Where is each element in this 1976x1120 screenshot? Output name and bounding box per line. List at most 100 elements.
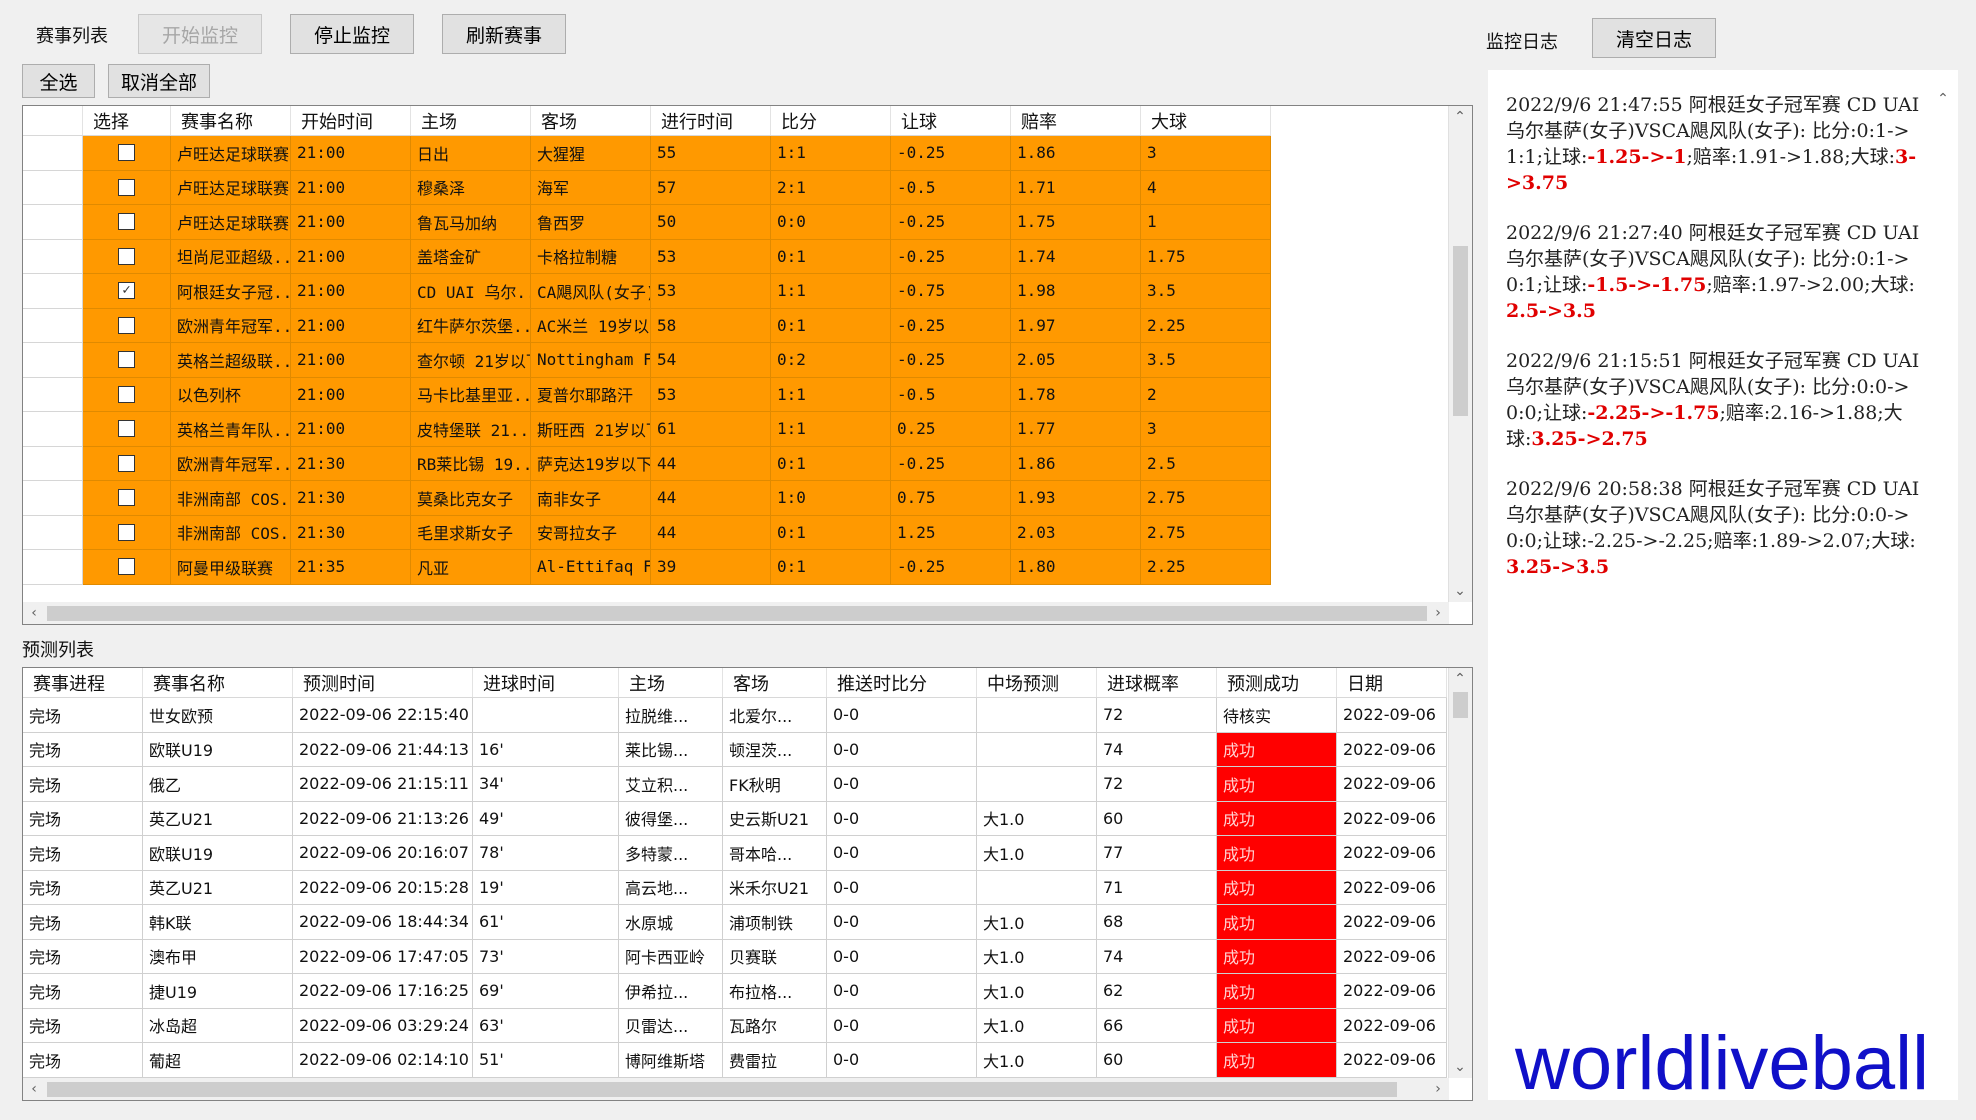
prediction-horizontal-scrollbar[interactable]: ‹ ›: [23, 1078, 1449, 1100]
select-cell[interactable]: ✓: [83, 274, 171, 309]
row-header[interactable]: [23, 550, 83, 585]
column-header[interactable]: 客场: [531, 106, 651, 135]
row-header[interactable]: [23, 481, 83, 516]
row-header[interactable]: [23, 274, 83, 309]
select-cell[interactable]: [83, 308, 171, 343]
table-row[interactable]: 完场 俄乙 2022-09-06 21:15:11 34' 艾立积... FK秋明 0-0 7…: [23, 767, 1447, 802]
table-row[interactable]: 完场 冰岛超 2022-09-06 03:29:24 63' 贝雷达... 瓦路尔 0-0 大…: [23, 1008, 1447, 1043]
table-row[interactable]: 完场 欧联U19 2022-09-06 20:16:07 78' 多特蒙... 哥本哈..…: [23, 836, 1447, 871]
scroll-left-icon[interactable]: ‹: [23, 1078, 45, 1100]
select-cell[interactable]: [83, 446, 171, 481]
table-row[interactable]: 完场 葡超 2022-09-06 02:14:10 51' 博阿维斯塔 费雷拉 0-0 大1.…: [23, 1043, 1447, 1078]
table-row[interactable]: 欧洲青年冠军... 21:30 RB莱比锡 19... 萨克达19岁以下 44 0:1 -0…: [23, 446, 1271, 481]
scroll-up-icon[interactable]: ⌃: [1449, 668, 1471, 690]
column-header[interactable]: 赛事名称: [143, 668, 293, 697]
select-cell[interactable]: [83, 343, 171, 378]
row-header[interactable]: [23, 205, 83, 240]
row-header[interactable]: [23, 377, 83, 412]
select-checkbox[interactable]: [118, 316, 135, 334]
select-checkbox[interactable]: ✓: [118, 282, 135, 300]
select-checkbox[interactable]: [118, 420, 135, 438]
table-row[interactable]: 卢旺达足球联赛 21:00 日出 大猩猩 55 1:1 -0.25 1.86 3: [23, 136, 1271, 171]
start-monitor-button[interactable]: 开始监控: [138, 14, 262, 54]
table-row[interactable]: 完场 捷U19 2022-09-06 17:16:25 69' 伊希拉... 布拉格...…: [23, 974, 1447, 1009]
column-header[interactable]: 推送时比分: [827, 668, 977, 697]
table-row[interactable]: 坦尚尼亚超级... 21:00 盖塔金矿 卡格拉制糖 53 0:1 -0.25 1.74 1.7…: [23, 239, 1271, 274]
column-header[interactable]: 比分: [771, 106, 891, 135]
row-header[interactable]: [23, 136, 83, 171]
select-checkbox[interactable]: [118, 144, 135, 162]
table-row[interactable]: 卢旺达足球联赛 21:00 穆桑泽 海军 57 2:1 -0.5 1.71 4: [23, 170, 1271, 205]
select-checkbox[interactable]: [118, 178, 135, 196]
column-header[interactable]: 大球: [1141, 106, 1271, 135]
column-header[interactable]: 赛事进程: [23, 668, 143, 697]
select-cell[interactable]: [83, 515, 171, 550]
column-header[interactable]: 进行时间: [651, 106, 771, 135]
scroll-thumb[interactable]: [47, 606, 1427, 621]
stop-monitor-button[interactable]: 停止监控: [290, 14, 414, 54]
table-row[interactable]: 卢旺达足球联赛 21:00 鲁瓦马加纳 鲁西罗 50 0:0 -0.25 1.75 1: [23, 205, 1271, 240]
column-header[interactable]: 开始时间: [291, 106, 411, 135]
column-header[interactable]: 主场: [619, 668, 723, 697]
select-checkbox[interactable]: [118, 489, 135, 507]
table-row[interactable]: 非洲南部 COS...21:30莫桑比克女子南非女子441:00.751.932…: [23, 481, 1271, 516]
column-header[interactable]: 主场: [411, 106, 531, 135]
column-header[interactable]: 赔率: [1011, 106, 1141, 135]
select-cell[interactable]: [83, 136, 171, 171]
scroll-thumb[interactable]: [1453, 246, 1468, 416]
scroll-down-icon[interactable]: ⌄: [1449, 580, 1471, 602]
select-checkbox[interactable]: [118, 385, 135, 403]
select-checkbox[interactable]: [118, 351, 135, 369]
scroll-right-icon[interactable]: ›: [1427, 602, 1449, 624]
table-row[interactable]: 英格兰青年队... 21:00 皮特堡联 21... 斯旺西 21岁以下 61 1:1 0.…: [23, 412, 1271, 447]
table-row[interactable]: 欧洲青年冠军...21:00红牛萨尔茨堡...AC米兰 19岁以下580:1-0…: [23, 308, 1271, 343]
row-header[interactable]: [23, 446, 83, 481]
column-header[interactable]: 赛事名称: [171, 106, 291, 135]
table-row[interactable]: 完场 韩K联 2022-09-06 18:44:34 61' 水原城 浦项制铁 0-0 大1.…: [23, 905, 1447, 940]
table-row[interactable]: ✓ 阿根廷女子冠...21:00CD UAI 乌尔...CA飓风队(女子)531:…: [23, 274, 1271, 309]
column-header[interactable]: 让球: [891, 106, 1011, 135]
table-row[interactable]: 完场 澳布甲 2022-09-06 17:47:05 73' 阿卡西亚岭 贝赛联 0-0 大1…: [23, 939, 1447, 974]
select-cell[interactable]: [83, 481, 171, 516]
scroll-thumb[interactable]: [47, 1082, 1397, 1097]
scroll-up-icon[interactable]: ⌃: [1449, 106, 1471, 128]
scroll-up-icon[interactable]: ⌃: [1932, 88, 1954, 110]
select-cell[interactable]: [83, 205, 171, 240]
table-row[interactable]: 完场 世女欧预 2022-09-06 22:15:40 拉脱维... 北爱尔... 0-0…: [23, 698, 1447, 733]
table-row[interactable]: 阿曼甲级联赛 21:35 凡亚 Al-Ettifaq FC 39 0:1 -0.25 1.80…: [23, 550, 1271, 585]
row-header[interactable]: [23, 308, 83, 343]
column-header[interactable]: 中场预测: [977, 668, 1097, 697]
match-grid[interactable]: 选择 赛事名称 开始时间 主场 客场 进行时间 比分 让球 赔率 大球 卢旺达足球联赛 21:00 日…: [22, 105, 1473, 625]
row-header[interactable]: [23, 412, 83, 447]
column-header[interactable]: 预测时间: [293, 668, 473, 697]
scroll-left-icon[interactable]: ‹: [23, 602, 45, 624]
select-checkbox[interactable]: [118, 523, 135, 541]
table-row[interactable]: 英格兰超级联...21:00查尔顿 21岁以下Nottingham F...54…: [23, 343, 1271, 378]
column-header[interactable]: 选择: [83, 106, 171, 135]
select-cell[interactable]: [83, 170, 171, 205]
row-header[interactable]: [23, 515, 83, 550]
table-row[interactable]: 完场 欧联U19 2022-09-06 21:44:13 16' 莱比锡... 顿涅茨..…: [23, 732, 1447, 767]
column-header[interactable]: 客场: [723, 668, 827, 697]
select-cell[interactable]: [83, 239, 171, 274]
column-header[interactable]: 进球概率: [1097, 668, 1217, 697]
prediction-grid[interactable]: 赛事进程 赛事名称 预测时间 进球时间 主场 客场 推送时比分 中场预测 进球概率 预测成功 日期 …: [22, 667, 1473, 1101]
column-header[interactable]: 预测成功: [1217, 668, 1337, 697]
monitor-log[interactable]: ⌃ 2022/9/6 21:47:55 阿根廷女子冠军赛 CD UAI 乌尔基萨…: [1488, 70, 1958, 1100]
match-vertical-scrollbar[interactable]: ⌃ ⌄: [1448, 106, 1472, 602]
row-header[interactable]: [23, 170, 83, 205]
deselect-all-button[interactable]: 取消全部: [108, 64, 210, 98]
table-row[interactable]: 完场 英乙U21 2022-09-06 20:15:28 19' 高云地... 米禾尔U2…: [23, 870, 1447, 905]
table-row[interactable]: 以色列杯 21:00 马卡比基里亚... 夏普尔耶路汗 53 1:1 -0.5 1.78 2: [23, 377, 1271, 412]
select-cell[interactable]: [83, 412, 171, 447]
clear-log-button[interactable]: 清空日志: [1592, 18, 1716, 58]
select-checkbox[interactable]: [118, 213, 135, 231]
prediction-vertical-scrollbar[interactable]: ⌃ ⌄: [1448, 668, 1472, 1078]
scroll-thumb[interactable]: [1453, 692, 1468, 718]
select-all-button[interactable]: 全选: [22, 64, 95, 98]
refresh-matches-button[interactable]: 刷新赛事: [442, 14, 566, 54]
match-horizontal-scrollbar[interactable]: ‹ ›: [23, 602, 1449, 624]
column-header[interactable]: 日期: [1337, 668, 1447, 697]
row-header[interactable]: [23, 239, 83, 274]
select-checkbox[interactable]: [118, 454, 135, 472]
